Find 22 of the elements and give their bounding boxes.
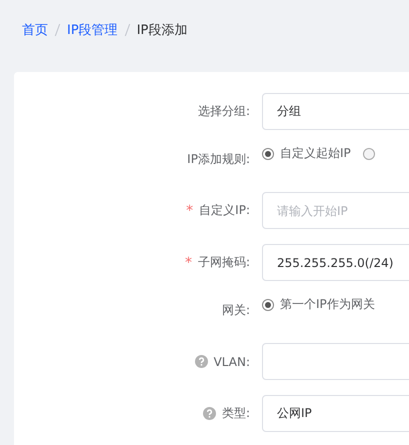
radio-label[interactable]: 第一个IP作为网关 — [280, 296, 375, 313]
required-mark: * — [186, 202, 194, 218]
radio-button[interactable] — [362, 148, 375, 160]
field-label: 子网掩码: — [198, 254, 250, 271]
field-label: 网关: — [222, 302, 250, 319]
radio-label[interactable]: 自定义起始IP — [280, 145, 351, 162]
field-label: IP添加规则: — [187, 151, 250, 168]
field-label: 自定义IP: — [199, 202, 250, 219]
breadcrumb-link[interactable]: 首页 — [22, 21, 48, 39]
required-mark: * — [184, 254, 192, 270]
field-label: 选择分组: — [198, 103, 250, 120]
input-field[interactable]: 请输入开始IP — [262, 192, 409, 229]
input-field[interactable]: 255.255.255.0(/24) — [262, 244, 409, 281]
radio-button[interactable] — [262, 148, 274, 160]
radio-button[interactable] — [262, 298, 274, 310]
breadcrumb-link[interactable]: IP段管理 — [67, 21, 118, 39]
field-label: 类型: — [222, 405, 250, 422]
field-label: VLAN: — [214, 354, 250, 368]
breadcrumb-current: IP段添加 — [136, 22, 188, 39]
input-field[interactable] — [262, 343, 409, 380]
select-field[interactable]: 公网IP — [262, 395, 409, 432]
select-field[interactable]: 分组 — [262, 93, 409, 130]
